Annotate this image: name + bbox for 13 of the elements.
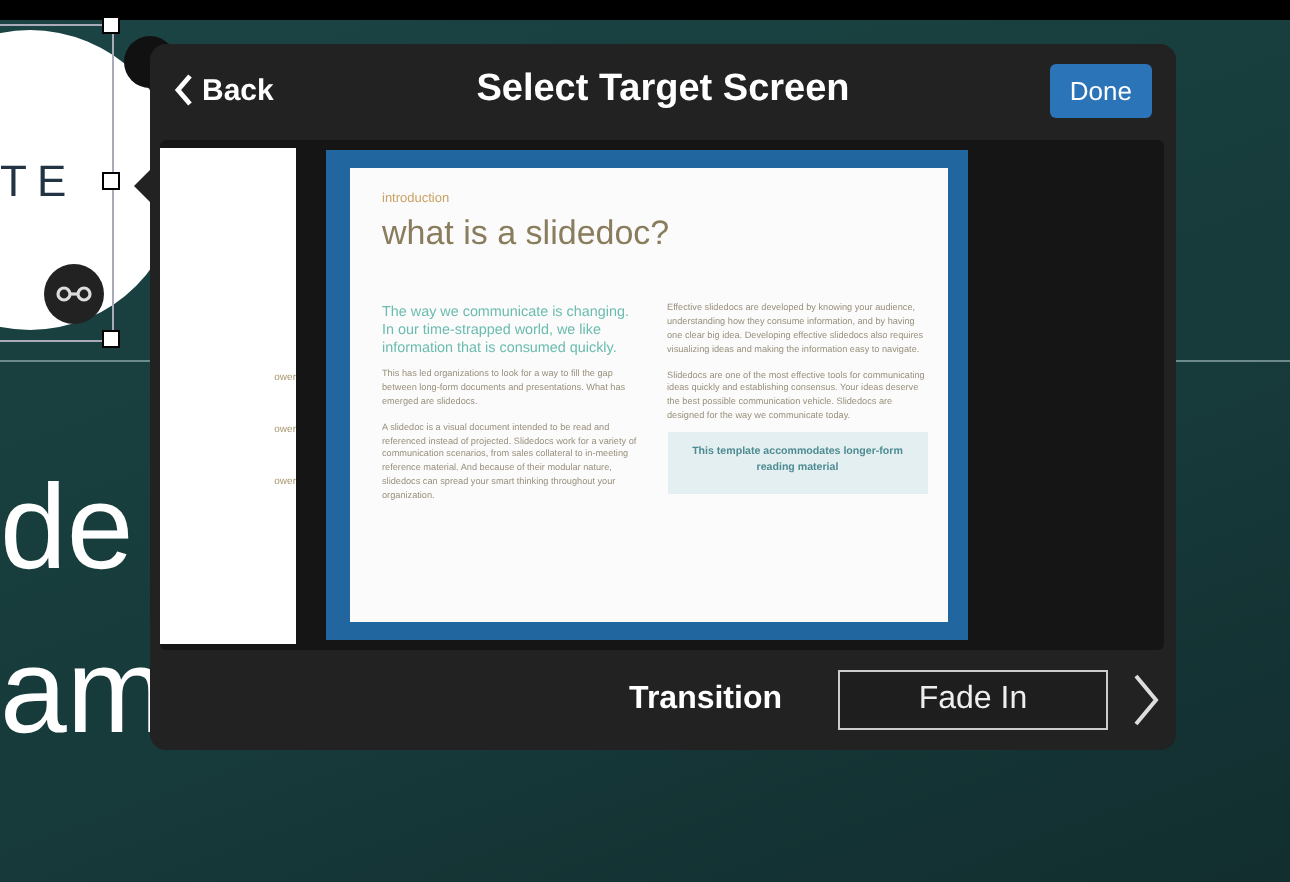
chevron-right-icon[interactable] bbox=[1132, 672, 1160, 728]
chevron-left-icon bbox=[174, 74, 194, 106]
back-button[interactable]: Back bbox=[174, 73, 274, 107]
slide-title-text: de bbox=[0, 468, 134, 588]
resize-handle[interactable] bbox=[102, 172, 120, 190]
resize-handle[interactable] bbox=[102, 16, 120, 34]
transition-label: Transition bbox=[629, 682, 782, 718]
transition-field[interactable]: Fade In bbox=[838, 670, 1108, 730]
popover-title: Select Target Screen bbox=[476, 68, 850, 110]
slide-heading: what is a slidedoc? bbox=[382, 214, 672, 254]
resize-handle[interactable] bbox=[102, 330, 120, 348]
done-button[interactable]: Done bbox=[1049, 63, 1152, 117]
logo-text: TE bbox=[0, 156, 77, 208]
